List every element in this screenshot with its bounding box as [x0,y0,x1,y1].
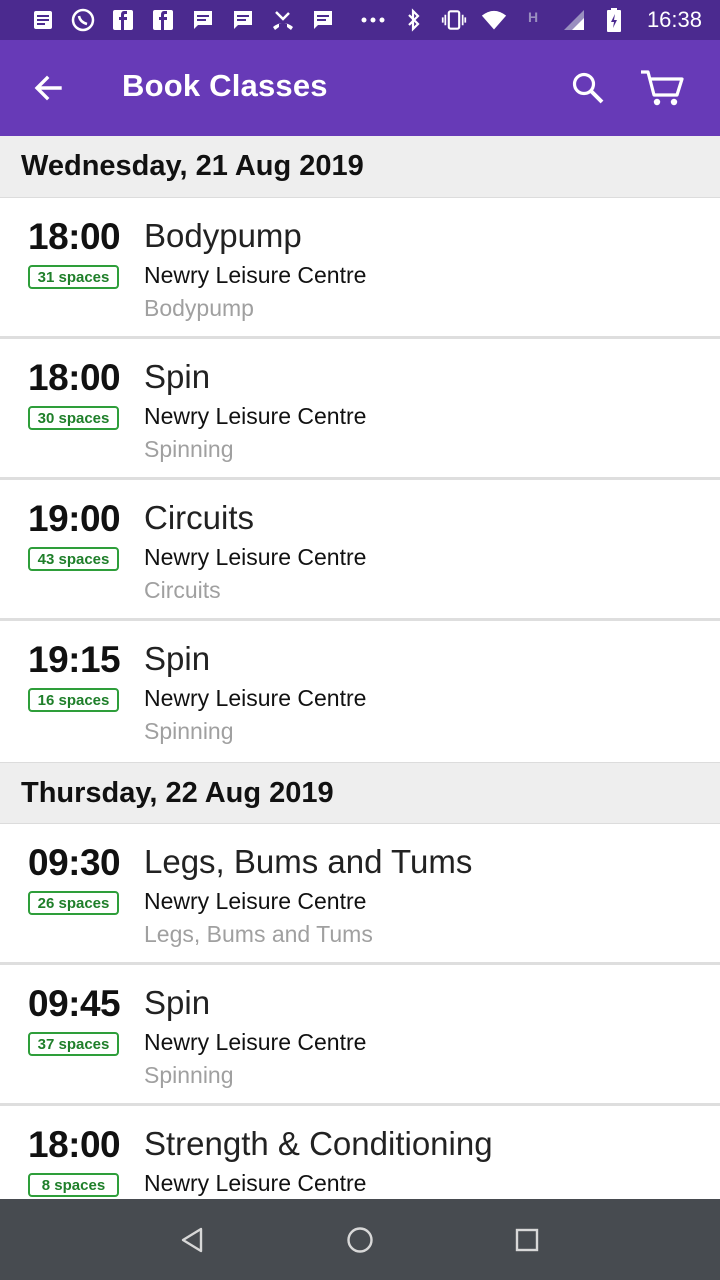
bluetooth-icon [401,7,427,33]
class-time: 09:30 [28,842,121,883]
class-category: Spinning [144,436,234,462]
day-header: Thursday, 22 Aug 2019 [0,762,720,824]
missed-call-icon [270,7,296,33]
class-time: 19:00 [28,498,121,539]
message-icon [230,7,256,33]
message-icon [310,7,336,33]
status-bar: H 16:38 [0,0,720,40]
wifi-icon [481,7,507,33]
class-name: Legs, Bums and Tums [144,843,473,880]
navigation-bar [0,1199,720,1280]
back-button[interactable] [24,64,72,112]
class-row[interactable]: 18:00 30 spaces Spin Newry Leisure Centr… [0,339,720,480]
recents-nav-button[interactable] [503,1216,551,1264]
class-name: Spin [144,358,211,395]
status-time: 16:38 [646,7,702,32]
home-nav-button[interactable] [336,1216,384,1264]
class-time: 19:15 [28,639,121,680]
spaces-badge: 8 spaces [28,1173,119,1197]
more-dots-icon [360,7,386,33]
square-recents-icon [515,1228,538,1251]
class-name: Strength & Conditioning [144,1125,493,1162]
class-list[interactable]: Wednesday, 21 Aug 2019 18:00 31 spaces B… [0,136,720,1199]
class-name: Spin [144,640,211,677]
spaces-badge: 43 spaces [28,547,119,571]
circle-home-icon [347,1226,373,1253]
back-nav-button[interactable] [169,1216,217,1264]
class-name: Bodypump [144,217,302,254]
spaces-badge: 37 spaces [28,1032,119,1056]
class-time: 18:00 [28,216,121,257]
app-bar: Book Classes [0,40,720,136]
class-venue: Newry Leisure Centre [144,685,367,711]
day-header: Wednesday, 21 Aug 2019 [0,136,720,198]
battery-charging-icon [601,7,627,33]
class-name: Circuits [144,499,255,536]
notification-icons [30,7,401,33]
class-venue: Newry Leisure Centre [144,544,367,570]
class-row[interactable]: 09:30 26 spaces Legs, Bums and Tums Newr… [0,824,720,965]
svg-text:H: H [528,9,538,25]
class-venue: Newry Leisure Centre [144,1029,367,1055]
arrow-back-icon [34,75,62,101]
class-category: Circuits [144,577,221,603]
class-row[interactable]: 19:15 16 spaces Spin Newry Leisure Centr… [0,621,720,762]
class-venue: Newry Leisure Centre [144,888,367,914]
message-icon [190,7,216,33]
system-icons: H 16:38 [401,7,702,33]
network-h-icon: H [521,7,547,33]
vibrate-icon [441,7,467,33]
class-row[interactable]: 19:00 43 spaces Circuits Newry Leisure C… [0,480,720,621]
class-time: 09:45 [28,983,121,1024]
spaces-badge: 16 spaces [28,688,119,712]
page-title: Book Classes [122,68,328,103]
class-category: Bodypump [144,295,254,321]
spaces-badge: 30 spaces [28,406,119,430]
notes-icon [30,7,56,33]
search-button[interactable] [564,64,612,112]
class-time: 18:00 [28,357,121,398]
class-category: Spinning [144,1062,234,1088]
spaces-badge: 31 spaces [28,265,119,289]
class-category: Spinning [144,718,234,744]
class-name: Spin [144,984,211,1021]
class-row[interactable]: 18:00 31 spaces Bodypump Newry Leisure C… [0,198,720,339]
search-icon [572,72,604,104]
shopping-cart-icon [641,70,684,106]
class-venue: Newry Leisure Centre [144,262,367,288]
class-time: 18:00 [28,1124,121,1165]
class-row[interactable]: 09:45 37 spaces Spin Newry Leisure Centr… [0,965,720,1106]
facebook-icon [150,7,176,33]
class-venue: Newry Leisure Centre [144,1170,367,1196]
class-category: Legs, Bums and Tums [144,921,373,947]
class-row[interactable]: 18:00 8 spaces Strength & Conditioning N… [0,1106,720,1199]
signal-icon [561,7,587,33]
spaces-badge: 26 spaces [28,891,119,915]
facebook-icon [110,7,136,33]
cart-button[interactable] [636,62,688,114]
triangle-back-icon [182,1227,203,1252]
class-venue: Newry Leisure Centre [144,403,367,429]
whatsapp-icon [70,7,96,33]
